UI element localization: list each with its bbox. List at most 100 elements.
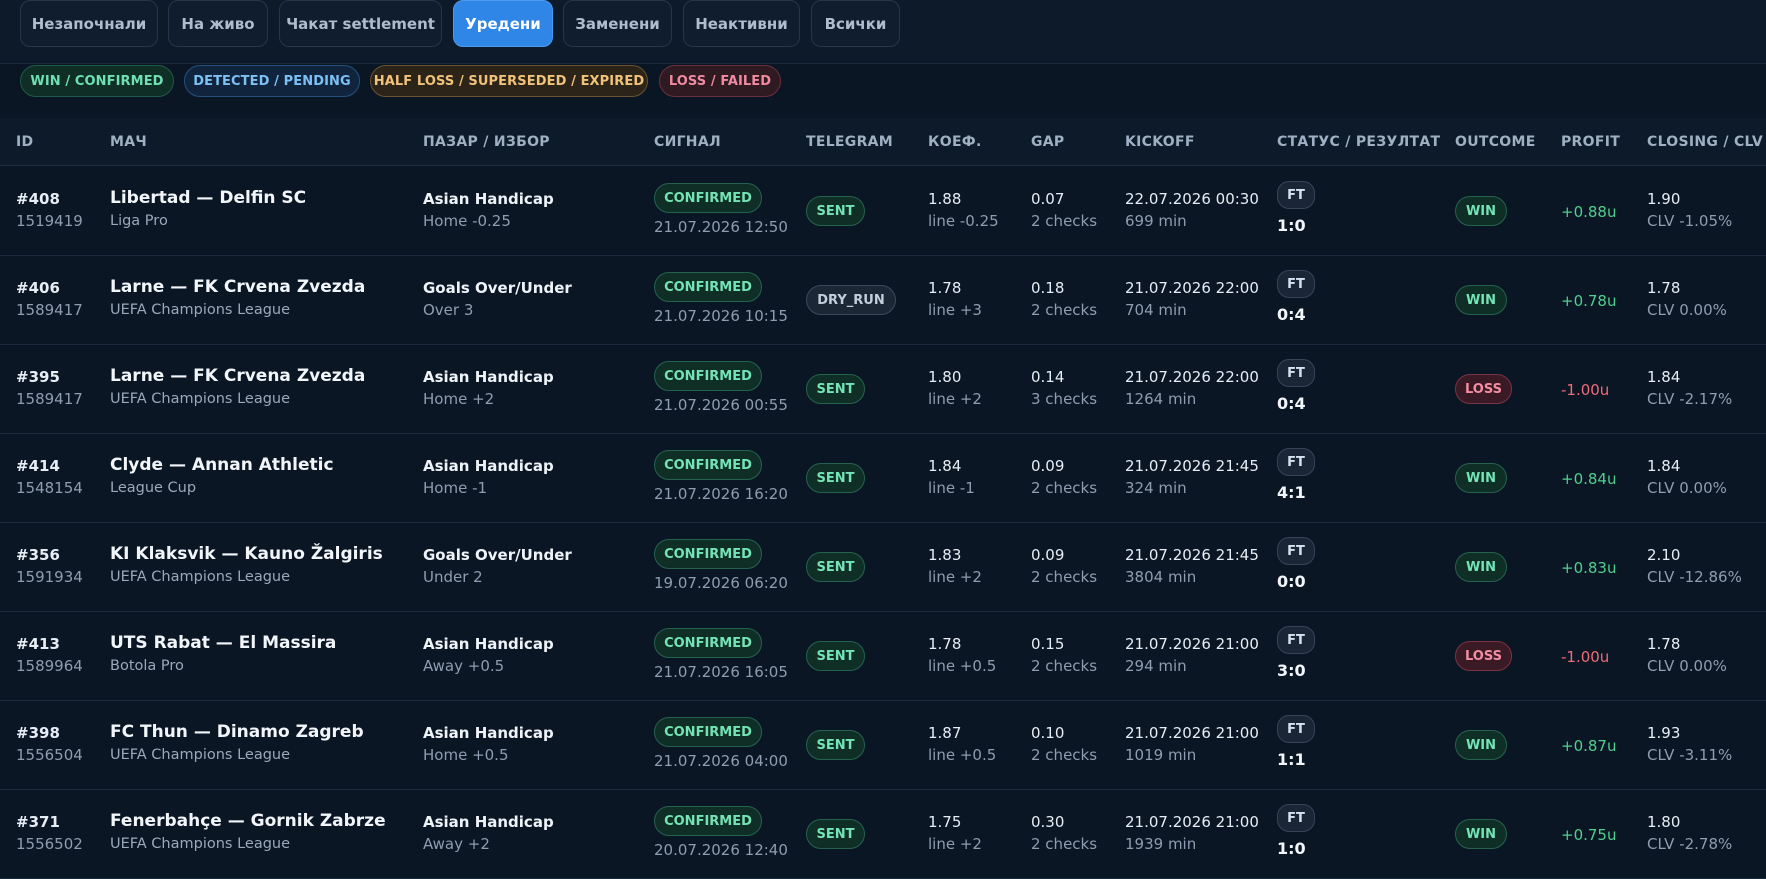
status-badge: FT xyxy=(1277,715,1315,743)
match-name[interactable]: Fenerbahçe — Gornik Zabrze xyxy=(110,811,386,831)
gap-value: 0.07 xyxy=(1031,190,1065,208)
outcome-badge: LOSS xyxy=(1455,641,1512,671)
odds-line: line +2 xyxy=(928,835,982,853)
col-id[interactable]: ID xyxy=(16,118,33,166)
market-selection: Away +0.5 xyxy=(423,657,505,675)
closing-odds: 2.10 xyxy=(1647,546,1681,564)
kickoff-time: 21.07.2026 21:00 xyxy=(1125,813,1259,831)
col-telegram[interactable]: TELEGRAM xyxy=(806,118,893,166)
row-id: #408 xyxy=(16,190,60,208)
clv-value: CLV 0.00% xyxy=(1647,657,1727,675)
col-status[interactable]: СТАТУС / РЕЗУЛТАТ xyxy=(1277,118,1440,166)
table-row[interactable]: #398 1556504 FC Thun — Dinamo Zagreb UEF… xyxy=(0,701,1766,790)
gap-checks: 2 checks xyxy=(1031,568,1098,586)
outcome-badge: WIN xyxy=(1455,463,1507,493)
col-outcome[interactable]: OUTCOME xyxy=(1455,118,1536,166)
market-name: Asian Handicap xyxy=(423,457,554,475)
row-id: #371 xyxy=(16,813,60,831)
closing-odds: 1.84 xyxy=(1647,368,1681,386)
market-selection: Under 2 xyxy=(423,568,483,586)
table-row[interactable]: #371 1556502 Fenerbahçe — Gornik Zabrze … xyxy=(0,790,1766,879)
table-row[interactable]: #356 1591934 KI Klaksvik — Kauno Žalgiri… xyxy=(0,523,1766,612)
kickoff-time: 21.07.2026 22:00 xyxy=(1125,279,1259,297)
table-row[interactable]: #408 1519419 Libertad — Delfin SC Liga P… xyxy=(0,167,1766,256)
col-kickoff[interactable]: KICKOFF xyxy=(1125,118,1195,166)
col-signal[interactable]: СИГНАЛ xyxy=(654,118,721,166)
table-row[interactable]: #413 1589964 UTS Rabat — El Massira Boto… xyxy=(0,612,1766,701)
match-name[interactable]: Clyde — Annan Athletic xyxy=(110,455,334,475)
telegram-badge: SENT xyxy=(806,463,865,493)
closing-odds: 1.84 xyxy=(1647,457,1681,475)
match-name[interactable]: UTS Rabat — El Massira xyxy=(110,633,336,653)
kickoff-minutes: 324 min xyxy=(1125,479,1187,497)
row-id: #414 xyxy=(16,457,60,475)
tab-replaced[interactable]: Заменени xyxy=(563,0,672,47)
clv-value: CLV -2.78% xyxy=(1647,835,1733,853)
signal-badge: CONFIRMED xyxy=(654,183,762,213)
odds-line: line +0.5 xyxy=(928,657,997,675)
market-name: Asian Handicap xyxy=(423,635,554,653)
tab-not-started[interactable]: Незапочнали xyxy=(20,0,158,47)
clv-value: CLV -12.86% xyxy=(1647,568,1742,586)
tab-awaiting-settlement[interactable]: Чакат settlement xyxy=(279,0,442,47)
gap-value: 0.09 xyxy=(1031,546,1065,564)
telegram-badge: SENT xyxy=(806,196,865,226)
col-closing-clv[interactable]: CLOSING / CLV xyxy=(1647,118,1763,166)
status-badge: FT xyxy=(1277,626,1315,654)
signal-badge: CONFIRMED xyxy=(654,272,762,302)
col-market[interactable]: ПАЗАР / ИЗБОР xyxy=(423,118,550,166)
closing-odds: 1.78 xyxy=(1647,279,1681,297)
tab-settled[interactable]: Уредени xyxy=(453,0,553,47)
row-id: #398 xyxy=(16,724,60,742)
profit-value: +0.83u xyxy=(1561,559,1617,577)
league-name: UEFA Champions League xyxy=(110,747,291,763)
gap-checks: 2 checks xyxy=(1031,746,1098,764)
col-gap[interactable]: GAP xyxy=(1031,118,1065,166)
match-name[interactable]: Larne — FK Crvena Zvezda xyxy=(110,277,365,297)
table-row[interactable]: #406 1589417 Larne — FK Crvena Zvezda UE… xyxy=(0,256,1766,345)
market-name: Goals Over/Under xyxy=(423,546,572,564)
odds-value: 1.84 xyxy=(928,457,962,475)
final-score: 3:0 xyxy=(1277,661,1306,680)
col-match[interactable]: МАЧ xyxy=(110,118,147,166)
match-name[interactable]: FC Thun — Dinamo Zagreb xyxy=(110,722,364,742)
clv-value: CLV 0.00% xyxy=(1647,479,1727,497)
match-name[interactable]: Larne — FK Crvena Zvezda xyxy=(110,366,365,386)
odds-value: 1.75 xyxy=(928,813,962,831)
profit-value: -1.00u xyxy=(1561,381,1610,399)
col-profit[interactable]: PROFIT xyxy=(1561,118,1620,166)
market-selection: Away +2 xyxy=(423,835,490,853)
gap-checks: 2 checks xyxy=(1031,479,1098,497)
kickoff-time: 21.07.2026 21:45 xyxy=(1125,546,1259,564)
signal-time: 21.07.2026 04:00 xyxy=(654,752,788,770)
match-name[interactable]: KI Klaksvik — Kauno Žalgiris xyxy=(110,544,383,564)
tab-inactive[interactable]: Неактивни xyxy=(683,0,800,47)
odds-line: line -1 xyxy=(928,479,975,497)
signal-time: 21.07.2026 16:20 xyxy=(654,485,788,503)
status-badge: FT xyxy=(1277,448,1315,476)
tab-live[interactable]: На живо xyxy=(168,0,268,47)
col-odds[interactable]: КОЕФ. xyxy=(928,118,982,166)
tab-all[interactable]: Всички xyxy=(811,0,900,47)
odds-line: line -0.25 xyxy=(928,212,999,230)
telegram-badge: SENT xyxy=(806,730,865,760)
gap-value: 0.14 xyxy=(1031,368,1065,386)
match-name[interactable]: Libertad — Delfin SC xyxy=(110,188,306,208)
odds-value: 1.80 xyxy=(928,368,962,386)
telegram-badge: SENT xyxy=(806,819,865,849)
table-row[interactable]: #395 1589417 Larne — FK Crvena Zvezda UE… xyxy=(0,345,1766,434)
outcome-badge: WIN xyxy=(1455,552,1507,582)
row-event-id: 1556504 xyxy=(16,746,83,764)
signal-badge: CONFIRMED xyxy=(654,806,762,836)
gap-checks: 2 checks xyxy=(1031,835,1098,853)
closing-odds: 1.93 xyxy=(1647,724,1681,742)
kickoff-minutes: 1019 min xyxy=(1125,746,1197,764)
legend-win-confirmed: WIN / CONFIRMED xyxy=(20,65,174,97)
table-row[interactable]: #414 1548154 Clyde — Annan Athletic Leag… xyxy=(0,434,1766,523)
profit-value: +0.84u xyxy=(1561,470,1617,488)
market-name: Asian Handicap xyxy=(423,190,554,208)
league-name: Liga Pro xyxy=(110,213,168,229)
final-score: 4:1 xyxy=(1277,483,1306,502)
odds-line: line +0.5 xyxy=(928,746,997,764)
clv-value: CLV -2.17% xyxy=(1647,390,1733,408)
